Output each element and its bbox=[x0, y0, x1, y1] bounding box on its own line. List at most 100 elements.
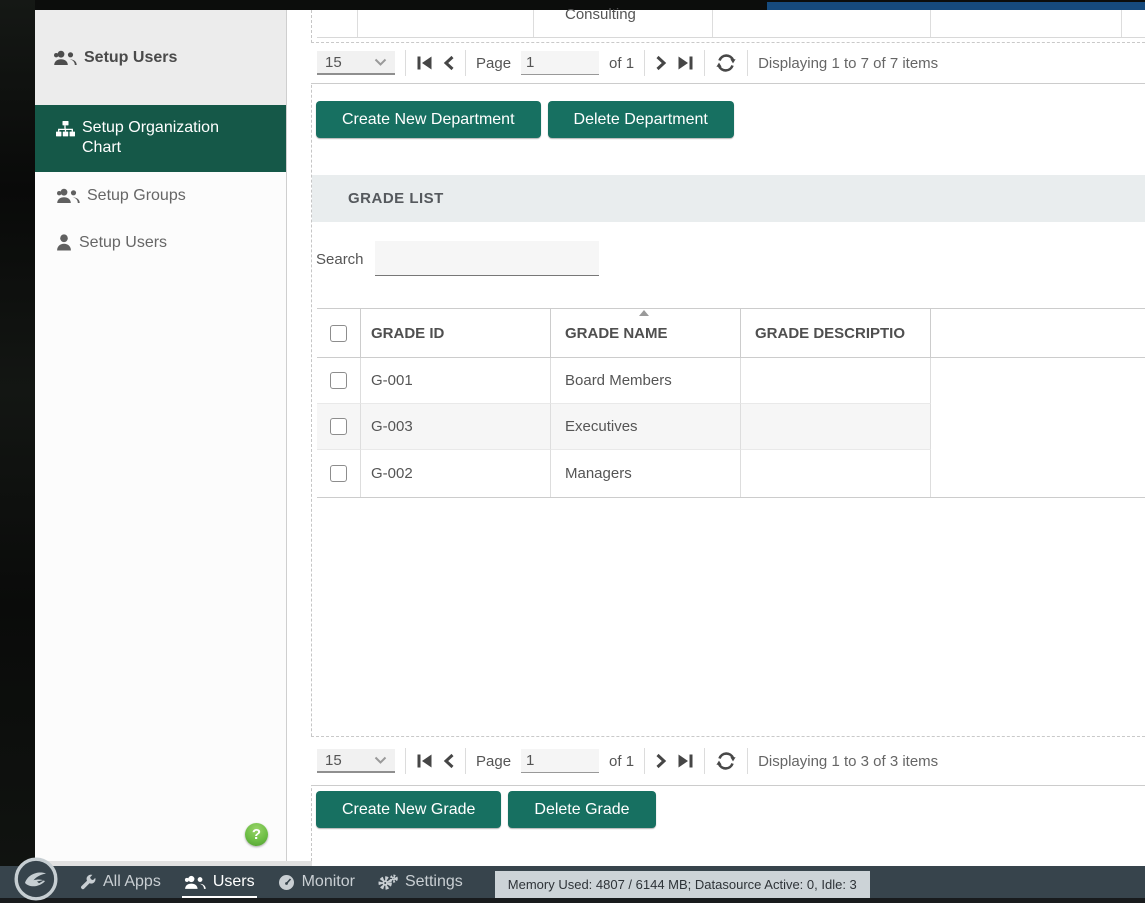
table-bottom-border bbox=[317, 497, 1145, 498]
chevron-left-icon bbox=[443, 753, 455, 769]
bottom-nav-label: Settings bbox=[405, 873, 463, 891]
divider bbox=[747, 50, 748, 76]
column-header-grade-description[interactable]: GRADE DESCRIPTIO bbox=[741, 309, 931, 357]
cell-grade-id: G-003 bbox=[361, 404, 551, 450]
last-page-button[interactable] bbox=[677, 55, 694, 71]
chevron-right-icon bbox=[655, 753, 667, 769]
bottom-nav-label: Users bbox=[213, 873, 255, 891]
bottom-nav-users[interactable]: Users bbox=[182, 866, 257, 898]
search-label: Search bbox=[316, 251, 364, 268]
table-column-border bbox=[712, 10, 713, 37]
prev-page-button[interactable] bbox=[443, 753, 455, 769]
user-icon bbox=[56, 234, 72, 251]
next-page-button[interactable] bbox=[655, 55, 667, 71]
of-label: of 1 bbox=[609, 55, 634, 72]
row-checkbox[interactable] bbox=[330, 372, 347, 389]
bottom-nav-monitor[interactable]: Monitor bbox=[276, 866, 357, 898]
pager-status: Displaying 1 to 7 of 7 items bbox=[758, 55, 938, 72]
sidebar-header: Setup Users bbox=[35, 10, 286, 105]
divider bbox=[704, 748, 705, 774]
refresh-button[interactable] bbox=[715, 750, 737, 772]
grade-list-section-header: GRADE LIST bbox=[312, 175, 1145, 222]
sidebar-item-setup-groups[interactable]: Setup Groups bbox=[35, 172, 286, 219]
bottom-nav-label: All Apps bbox=[103, 873, 161, 891]
bottom-bar: All Apps Users Monitor Settings Memory U… bbox=[0, 866, 1145, 898]
row-checkbox-cell bbox=[317, 450, 361, 497]
prev-page-button[interactable] bbox=[443, 55, 455, 71]
divider bbox=[465, 748, 466, 774]
create-new-department-button[interactable]: Create New Department bbox=[316, 101, 541, 138]
org-chart-icon bbox=[56, 121, 75, 137]
users-group-icon bbox=[53, 50, 77, 66]
column-header-grade-name[interactable]: GRADE NAME bbox=[551, 309, 741, 357]
cell-grade-name: Executives bbox=[551, 404, 741, 450]
chevron-down-icon bbox=[374, 58, 387, 67]
delete-grade-button[interactable]: Delete Grade bbox=[508, 791, 655, 828]
users-group-icon bbox=[184, 875, 206, 890]
first-page-icon bbox=[416, 55, 433, 71]
grade-pager: 15 Page of 1 Displaying 1 to 3 of 3 item… bbox=[311, 736, 1145, 786]
background-photo bbox=[0, 0, 35, 866]
row-checkbox[interactable] bbox=[330, 418, 347, 435]
cell-grade-id: G-001 bbox=[361, 358, 551, 404]
page-size-value: 15 bbox=[325, 54, 342, 71]
select-all-checkbox[interactable] bbox=[330, 325, 347, 342]
sidebar: Setup Users Setup Organization Chart Set… bbox=[35, 10, 287, 861]
cell-filler bbox=[931, 450, 1145, 497]
last-page-button[interactable] bbox=[677, 753, 694, 769]
row-checkbox-cell bbox=[317, 358, 361, 404]
divider bbox=[465, 50, 466, 76]
help-icon[interactable]: ? bbox=[245, 823, 268, 846]
gauge-icon bbox=[278, 874, 295, 891]
page-label: Page bbox=[476, 55, 511, 72]
search-input[interactable] bbox=[375, 241, 599, 276]
department-table-partial-row: Consulting bbox=[317, 10, 1145, 38]
bottom-nav-all-apps[interactable]: All Apps bbox=[78, 866, 163, 898]
divider bbox=[405, 50, 406, 76]
row-checkbox-cell bbox=[317, 404, 361, 450]
sidebar-item-setup-organization-chart[interactable]: Setup Organization Chart bbox=[35, 105, 286, 172]
first-page-button[interactable] bbox=[416, 55, 433, 71]
sidebar-item-setup-users[interactable]: Setup Users bbox=[35, 219, 286, 266]
delete-department-button[interactable]: Delete Department bbox=[548, 101, 734, 138]
page-size-value: 15 bbox=[325, 752, 342, 769]
page-input[interactable] bbox=[521, 51, 599, 75]
cell-grade-description bbox=[741, 404, 931, 450]
column-header-grade-id[interactable]: GRADE ID bbox=[361, 309, 551, 357]
cell-grade-id: G-002 bbox=[361, 450, 551, 497]
next-page-button[interactable] bbox=[655, 753, 667, 769]
create-new-grade-button[interactable]: Create New Grade bbox=[316, 791, 501, 828]
department-buttons: Create New Department Delete Department bbox=[316, 101, 734, 138]
last-page-icon bbox=[677, 55, 694, 71]
divider bbox=[405, 748, 406, 774]
table-column-border bbox=[930, 10, 931, 37]
app-root: Setup Users Setup Organization Chart Set… bbox=[0, 0, 1145, 903]
table-row[interactable]: G-003 Executives bbox=[317, 404, 1145, 450]
table-column-border bbox=[1121, 10, 1122, 37]
chevron-down-icon bbox=[374, 756, 387, 765]
table-row[interactable]: G-001 Board Members bbox=[317, 358, 1145, 404]
bottom-nav: All Apps Users Monitor Settings bbox=[78, 866, 465, 898]
divider bbox=[644, 50, 645, 76]
refresh-button[interactable] bbox=[715, 52, 737, 74]
page-size-select[interactable]: 15 bbox=[317, 51, 395, 75]
select-all-cell bbox=[317, 309, 361, 357]
row-checkbox[interactable] bbox=[330, 465, 347, 482]
sidebar-item-label: Setup Groups bbox=[87, 187, 186, 205]
sidebar-item-label: Setup Users bbox=[79, 234, 167, 252]
cell-grade-name: Managers bbox=[551, 450, 741, 497]
grade-buttons: Create New Grade Delete Grade bbox=[316, 791, 656, 828]
table-row[interactable]: G-002 Managers bbox=[317, 450, 1145, 497]
of-label: of 1 bbox=[609, 753, 634, 770]
grade-table: GRADE ID GRADE NAME GRADE DESCRIPTIO G-0… bbox=[317, 308, 1145, 497]
cell-filler bbox=[931, 358, 1145, 404]
first-page-button[interactable] bbox=[416, 753, 433, 769]
users-group-icon bbox=[56, 188, 80, 204]
bottom-black-strip bbox=[0, 898, 1145, 903]
content-left-border bbox=[311, 10, 312, 861]
app-logo[interactable] bbox=[13, 856, 59, 902]
bottom-nav-settings[interactable]: Settings bbox=[376, 866, 465, 898]
page-size-select[interactable]: 15 bbox=[317, 749, 395, 773]
page-input[interactable] bbox=[521, 749, 599, 773]
table-column-border bbox=[357, 10, 358, 37]
